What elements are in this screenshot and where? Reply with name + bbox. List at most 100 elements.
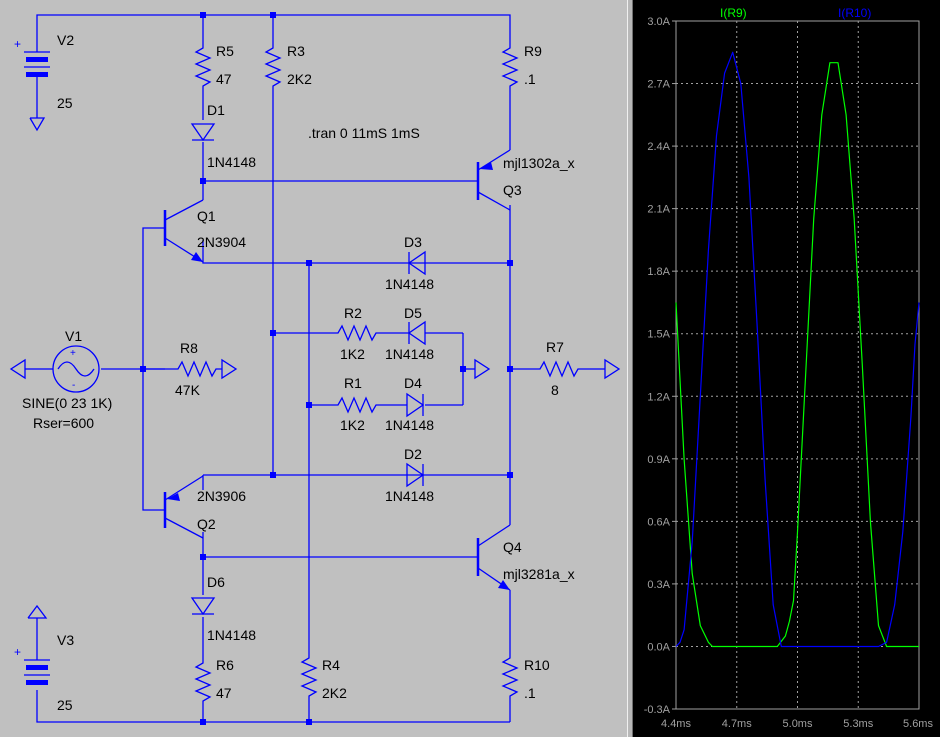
resistor-r1 [330, 396, 380, 414]
label-d2-name: D2 [404, 446, 422, 462]
label-r6-value: 47 [216, 685, 232, 701]
x-tick-label: 5.0ms [783, 718, 813, 730]
resistor-r5 [194, 40, 212, 92]
junctions [140, 12, 513, 725]
label-d3-name: D3 [404, 234, 422, 250]
label-r3-value: 2K2 [287, 71, 312, 87]
label-d2-value: 1N4148 [385, 488, 434, 504]
schematic-canvas[interactable]: + + + - V2 25 V3 25 V1 SINE(0 23 1K) Rse… [0, 0, 627, 737]
label-r2-value: 1K2 [340, 346, 365, 362]
resistor-r8 [165, 360, 222, 378]
label-d1-name: D1 [207, 102, 225, 118]
waveform-plot-panel[interactable]: 3.0A 2.7A 2.4A 2.1A 1.8A 1.5A 1.2A 0.9A 0.6A 0.3A… [633, 0, 940, 737]
y-tick-label: 0.0A [647, 641, 670, 653]
label-d3-value: 1N4148 [385, 276, 434, 292]
label-v1-name: V1 [65, 328, 82, 344]
net-flag-input [9, 358, 26, 380]
y-tick-label: -0.3A [644, 704, 671, 716]
label-d5-value: 1N4148 [385, 346, 434, 362]
label-r8-value: 47K [175, 382, 201, 398]
x-axis-ticks: 4.4ms 4.7ms 5.0ms 5.3ms 5.6ms [661, 718, 933, 730]
label-q1-name: Q1 [197, 208, 216, 224]
net-flag-bias [474, 358, 491, 380]
label-d5-name: D5 [404, 305, 422, 321]
net-flag-r8 [221, 358, 238, 380]
resistor-r7 [530, 360, 590, 378]
resistor-r10 [501, 650, 519, 705]
label-r9-name: R9 [524, 43, 542, 59]
label-q2-name: Q2 [197, 516, 216, 532]
label-r5-value: 47 [216, 71, 232, 87]
y-axis-ticks: 3.0A 2.7A 2.4A 2.1A 1.8A 1.5A 1.2A 0.9A 0.6A 0.3A… [644, 16, 676, 716]
label-r7-value: 8 [551, 382, 559, 398]
component-labels: V2 25 V3 25 V1 SINE(0 23 1K) Rser=600 R5… [22, 32, 575, 713]
y-tick-label: 3.0A [647, 16, 670, 28]
y-tick-label: 2.1A [647, 204, 670, 216]
label-v3-value: 25 [57, 697, 73, 713]
y-tick-label: 2.7A [647, 79, 670, 91]
label-v1-value: SINE(0 23 1K) [22, 395, 112, 411]
label-r10-name: R10 [524, 657, 550, 673]
label-d4-name: D4 [404, 375, 422, 391]
svg-text:+: + [14, 645, 21, 659]
y-tick-label: 0.9A [647, 454, 670, 466]
battery-v2-symbol[interactable]: + [14, 37, 50, 77]
y-tick-label: 2.4A [647, 141, 670, 153]
x-tick-label: 4.4ms [661, 718, 691, 730]
diode-d6 [190, 597, 216, 616]
x-tick-label: 5.6ms [903, 718, 933, 730]
y-tick-label: 1.5A [647, 329, 670, 341]
y-tick-label: 0.6A [647, 516, 670, 528]
ltspice-window: + + + - V2 25 V3 25 V1 SINE(0 23 1K) Rse… [0, 0, 940, 737]
label-q4-name: Q4 [503, 539, 522, 555]
y-tick-label: 1.2A [647, 391, 670, 403]
resistor-r9 [501, 35, 519, 92]
y-tick-label: 1.8A [647, 266, 670, 278]
label-q3-value: mjl1302a_x [503, 155, 575, 171]
resistor-r6 [194, 655, 212, 705]
label-r1-name: R1 [344, 375, 362, 391]
resistor-r3 [264, 40, 282, 92]
label-d1-value: 1N4148 [207, 154, 256, 170]
schematic-panel[interactable]: + + + - V2 25 V3 25 V1 SINE(0 23 1K) Rse… [0, 0, 627, 737]
label-r4-name: R4 [322, 657, 340, 673]
spice-directive: .tran 0 11mS 1mS [308, 125, 420, 141]
y-tick-label: 0.3A [647, 579, 670, 591]
label-r5-name: R5 [216, 43, 234, 59]
label-q4-value: mjl3281a_x [503, 566, 575, 582]
label-r1-value: 1K2 [340, 417, 365, 433]
waveform-plot[interactable]: 3.0A 2.7A 2.4A 2.1A 1.8A 1.5A 1.2A 0.9A 0.6A 0.3A… [633, 0, 940, 737]
label-r6-name: R6 [216, 657, 234, 673]
wires [25, 14, 605, 723]
label-v2-value: 25 [57, 95, 73, 111]
label-r8-name: R8 [180, 340, 198, 356]
x-tick-label: 5.3ms [843, 718, 873, 730]
transistors[interactable] [163, 149, 511, 591]
label-r10-value: .1 [524, 685, 536, 701]
svg-text:+: + [14, 37, 21, 51]
label-r4-value: 2K2 [322, 685, 347, 701]
label-v2-name: V2 [57, 32, 74, 48]
resistor-r4 [300, 650, 318, 705]
label-r3-name: R3 [287, 43, 305, 59]
label-q2-value: 2N3906 [197, 488, 246, 504]
trace-label-i-r10[interactable]: I(R10) [838, 6, 871, 20]
label-v1-rser: Rser=600 [33, 415, 94, 431]
diode-d1 [190, 123, 216, 142]
label-r2-name: R2 [344, 305, 362, 321]
label-d6-name: D6 [207, 574, 225, 590]
label-r7-name: R7 [546, 339, 564, 355]
label-v3-name: V3 [57, 632, 74, 648]
net-flag-output [604, 358, 621, 380]
trace-label-i-r9[interactable]: I(R9) [720, 6, 747, 20]
sine-source-v1-symbol[interactable]: + - [37, 345, 100, 393]
trace-ir9 [675, 62, 919, 648]
label-q1-value: 2N3904 [197, 234, 246, 250]
label-r9-value: .1 [524, 71, 536, 87]
label-d6-value: 1N4148 [207, 627, 256, 643]
diode-d5 [380, 320, 426, 346]
battery-v3-symbol[interactable]: + [14, 645, 50, 685]
plot-grid [675, 20, 920, 710]
svg-text:+: + [70, 348, 76, 359]
label-q3-name: Q3 [503, 182, 522, 198]
